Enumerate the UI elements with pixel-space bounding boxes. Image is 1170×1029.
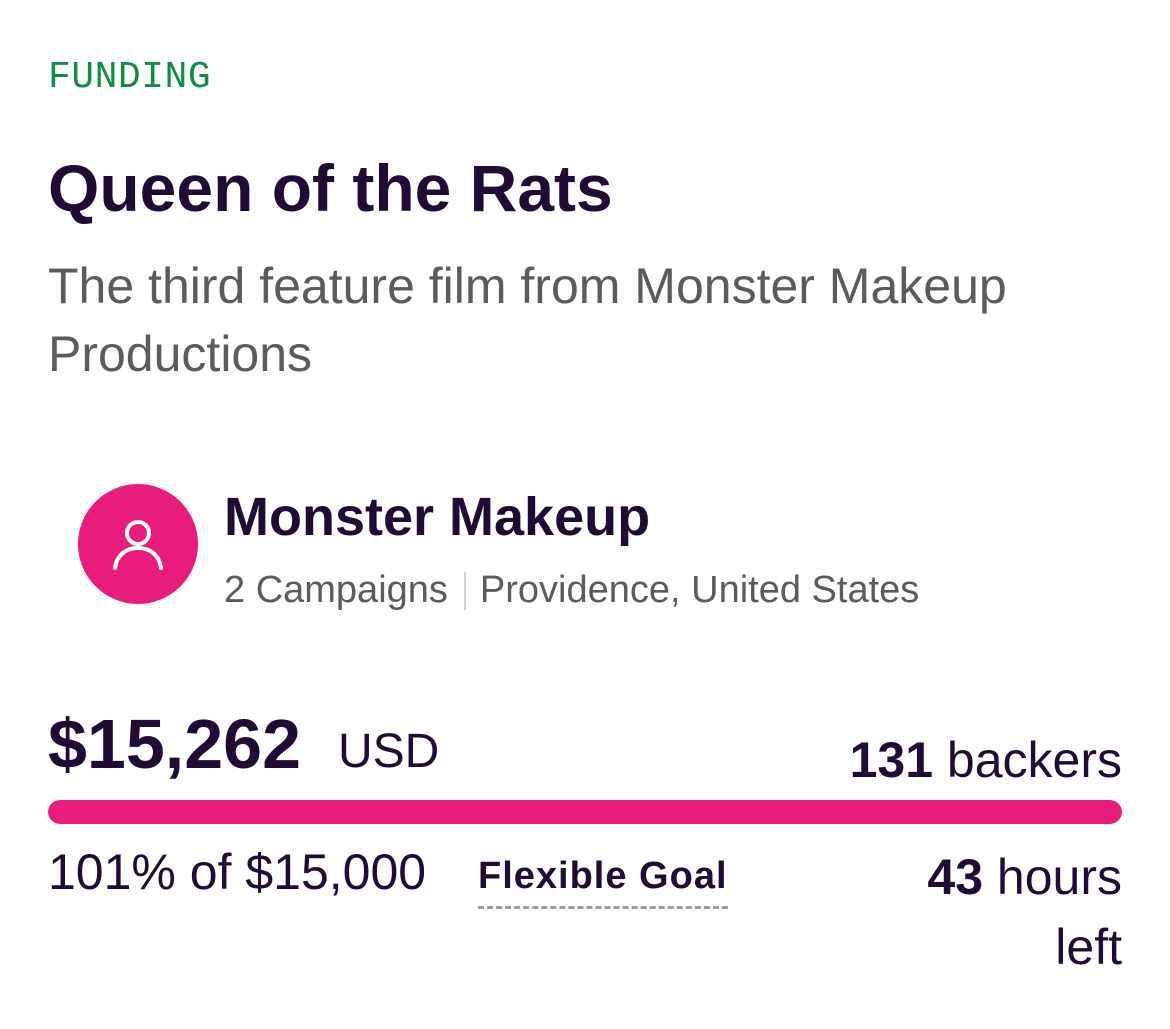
creator-section: Monster Makeup 2 Campaigns Providence, Un… — [78, 484, 1118, 611]
backers-number: 131 — [849, 732, 934, 788]
creator-campaign-count: 2 Campaigns — [224, 569, 448, 611]
campaign-title: Queen of the Rats — [48, 151, 613, 225]
funding-progress-bar — [48, 800, 1122, 824]
campaign-subtitle: The third feature film from Monster Make… — [48, 258, 1007, 382]
creator-meta: 2 Campaigns Providence, United States — [224, 568, 919, 612]
creator-avatar[interactable] — [78, 484, 198, 604]
amount-row: $15,262 USD 131 backers — [48, 700, 1122, 790]
funded-percentage: 101% of $15,000 — [48, 844, 427, 900]
funding-status-label: FUNDING — [48, 56, 212, 99]
creator-name[interactable]: Monster Makeup — [224, 486, 650, 548]
amount-raised: $15,262 — [48, 705, 302, 783]
backers-count: 131 backers — [850, 730, 1122, 790]
backers-label: backers — [946, 732, 1122, 788]
time-unit: hours left — [996, 849, 1122, 975]
time-value: 43 — [927, 849, 984, 905]
user-icon — [113, 520, 163, 570]
currency-code: USD — [338, 725, 440, 778]
creator-location: Providence, United States — [479, 569, 920, 611]
meta-divider — [463, 572, 466, 610]
flexible-goal-tooltip-trigger[interactable]: Flexible Goal — [478, 852, 728, 909]
time-remaining: 43 hours left — [862, 842, 1122, 982]
funding-progress-fill — [48, 800, 1122, 824]
